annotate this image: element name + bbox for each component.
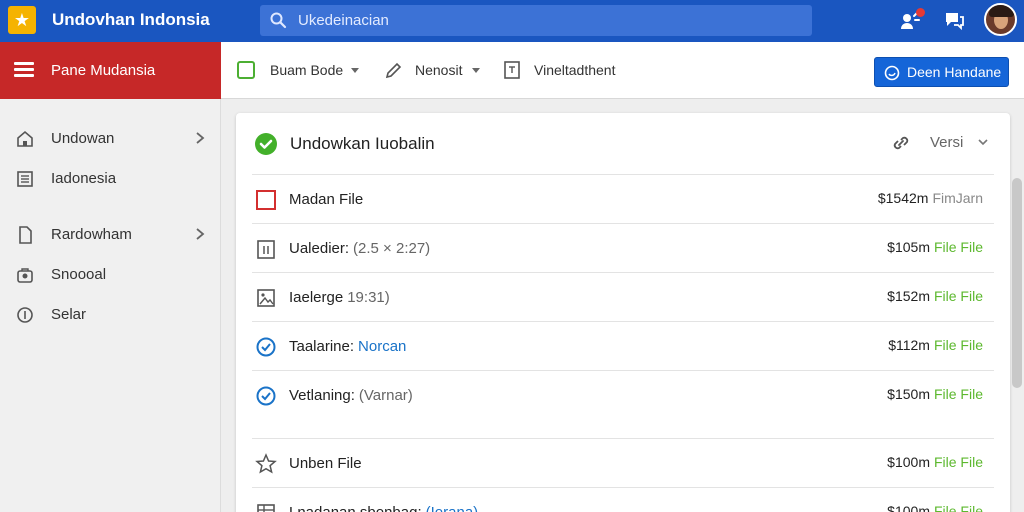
- menu-icon[interactable]: [14, 62, 34, 78]
- sidebar: Pane Mudansia Undowan Iadonesia Rardowha…: [0, 42, 221, 512]
- sidebar-item-label: Rardowham: [51, 226, 132, 243]
- check-circle-icon: [256, 386, 276, 406]
- toolbar-dropdown-nenosit[interactable]: Nenosit: [384, 60, 484, 82]
- file-row[interactable]: Taalarine: Norcan $112m File File: [252, 321, 994, 370]
- file-size: $100m: [887, 503, 930, 512]
- avatar-hair: [989, 5, 1014, 17]
- file-meta: $100m File File: [887, 454, 983, 470]
- user-avatar[interactable]: [984, 3, 1017, 36]
- file-size: $150m: [887, 386, 930, 402]
- chevron-right-icon: [196, 132, 205, 144]
- image-icon: [257, 289, 275, 307]
- caret-down-icon: [472, 68, 480, 73]
- search-bar[interactable]: [260, 5, 812, 36]
- red-square-icon: [256, 190, 276, 210]
- sidebar-item-iadonesia[interactable]: Iadonesia: [0, 162, 221, 196]
- search-input[interactable]: [298, 10, 798, 31]
- file-row[interactable]: Lnadanan sbonbag:(Iorana) $100mFile File: [252, 487, 994, 512]
- notification-icon[interactable]: [898, 8, 925, 32]
- card-title: Undowkan Iuobalin: [290, 134, 435, 153]
- app-title: Undovhan Indonsia: [52, 10, 210, 29]
- file-meta: $112m File File: [888, 337, 983, 353]
- app-logo-icon[interactable]: ★: [8, 6, 36, 34]
- file-name: Taalarine: Norcan: [289, 338, 407, 355]
- file-name: Ualedier: (2.5 × 2:27): [289, 240, 431, 257]
- sidebar-item-undowan[interactable]: Undowan: [0, 122, 221, 156]
- file-meta: $150m File File: [887, 386, 983, 402]
- toolbar-label: Vineltadthent: [534, 62, 616, 78]
- check-circle-icon: [255, 133, 277, 155]
- sidebar-item-label: Undowan: [51, 130, 115, 147]
- link-icon[interactable]: [890, 132, 912, 154]
- chevron-down-icon[interactable]: [977, 137, 989, 147]
- file-row[interactable]: Madan File $1542m FimJarn: [252, 174, 994, 223]
- file-row[interactable]: Iaelerge 19:31) $152m File File: [252, 272, 994, 321]
- file-name: Madan File: [289, 191, 364, 208]
- sidebar-item-label: Iadonesia: [51, 170, 117, 187]
- file-name: Vetlaning: (Varnar): [289, 387, 413, 404]
- chat-icon[interactable]: [942, 8, 966, 32]
- sidebar-header: Pane Mudansia: [0, 42, 221, 99]
- toolbar-label: Nenosit: [415, 62, 463, 78]
- vertical-scrollbar[interactable]: [1012, 178, 1022, 388]
- primary-button-label: Deen Handane: [907, 64, 1002, 80]
- file-row[interactable]: Vetlaning: (Varnar) $150m File File: [252, 370, 994, 419]
- globe-icon: [884, 65, 900, 81]
- file-list-card: Undowkan Iuobalin Versi Madan File $1542…: [236, 113, 1010, 512]
- toolbar-dropdown-buam-bode[interactable]: Buam Bode: [236, 60, 361, 82]
- file-row[interactable]: Ualedier: (2.5 × 2:27) $105m File File: [252, 223, 994, 272]
- table-icon: [257, 504, 275, 512]
- top-bar: ★ Undovhan Indonsia: [0, 0, 1024, 42]
- file-type: File File: [933, 239, 983, 255]
- calendar-icon: [257, 240, 275, 259]
- toolbar-item-vineltadthent[interactable]: Vineltadthent: [502, 60, 622, 82]
- document-icon: [504, 61, 520, 79]
- list-icon: [17, 171, 33, 187]
- file-type: File File: [933, 337, 983, 353]
- check-circle-icon: [256, 337, 276, 357]
- sidebar-item-snoooal[interactable]: Snoooal: [0, 258, 221, 292]
- pencil-icon: [385, 62, 402, 79]
- chevron-right-icon: [196, 228, 205, 240]
- file-name: Lnadanan sbonbag:(Iorana): [289, 504, 478, 512]
- primary-action-button[interactable]: Deen Handane: [874, 57, 1009, 87]
- star-outline-icon: [255, 453, 277, 474]
- sidebar-item-selar[interactable]: Selar: [0, 298, 221, 332]
- version-dropdown-label[interactable]: Versi: [930, 134, 963, 151]
- caret-down-icon: [351, 68, 359, 73]
- file-size: $100m: [887, 454, 930, 470]
- home-icon: [17, 130, 33, 147]
- file-size: $112m: [888, 337, 930, 353]
- file-name: Unben File: [289, 455, 362, 472]
- file-type: File File: [933, 503, 983, 512]
- sidebar-item-label: Snoooal: [51, 266, 107, 283]
- sidebar-item-label: Selar: [51, 306, 87, 323]
- file-type: File File: [933, 288, 983, 304]
- file-meta: $100m File File: [887, 503, 983, 512]
- search-icon: [270, 12, 287, 29]
- file-meta: $152m File File: [887, 288, 983, 304]
- file-type: FimJarn: [932, 190, 983, 206]
- file-meta: $105m File File: [887, 239, 983, 255]
- info-icon: [17, 307, 33, 323]
- file-size: $1542m: [877, 190, 929, 206]
- square-outline-icon: [237, 61, 255, 79]
- file-row[interactable]: Unben File $100m File File: [252, 438, 994, 487]
- file-size: $105m: [887, 239, 930, 255]
- file-name: Iaelerge 19:31): [289, 289, 390, 306]
- file-size: $152m: [887, 288, 930, 304]
- toolbar-label: Buam Bode: [270, 62, 344, 78]
- file-type: File File: [933, 386, 983, 402]
- file-icon: [19, 226, 32, 244]
- file-meta: $1542m FimJarn: [878, 190, 983, 206]
- settings-icon: [17, 268, 33, 283]
- file-type: File File: [933, 454, 983, 470]
- notification-badge: [916, 8, 925, 17]
- sidebar-title: Pane Mudansia: [51, 62, 156, 79]
- sidebar-item-rardowham[interactable]: Rardowham: [0, 218, 221, 252]
